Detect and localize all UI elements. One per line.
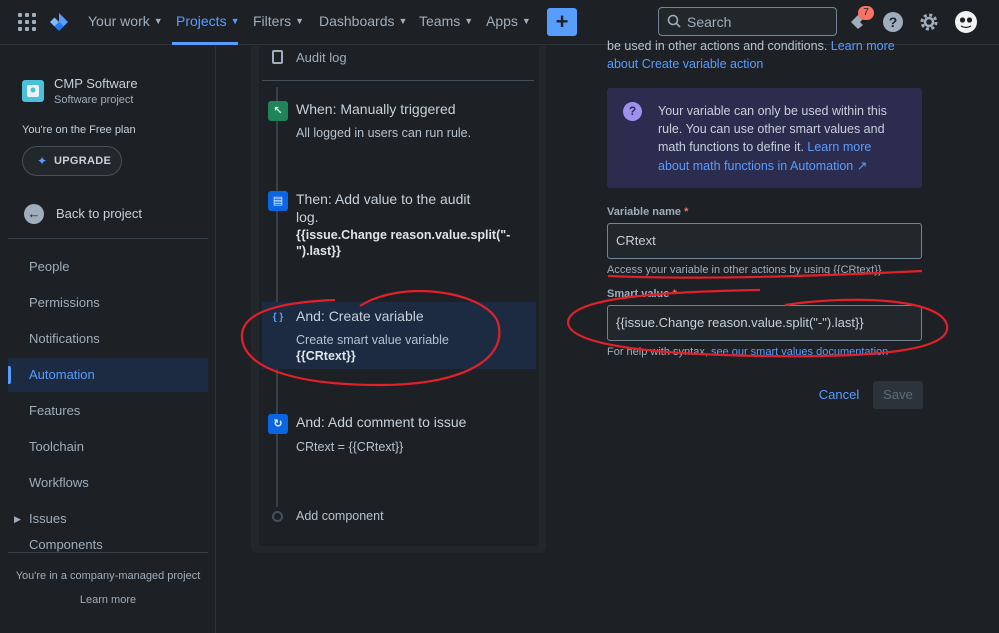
create-button[interactable]: + — [547, 8, 577, 36]
divider — [8, 552, 208, 553]
variable-helper-text: Access your variable in other actions by… — [607, 264, 882, 276]
add-component-button[interactable]: Add component — [296, 509, 384, 523]
search-icon — [667, 14, 681, 28]
search-input[interactable] — [687, 12, 827, 32]
trigger-icon: ↖ — [268, 101, 288, 121]
chevron-down-icon: ▼ — [521, 16, 531, 26]
company-managed-note: You're in a company-managed project — [15, 570, 201, 582]
math-functions-link[interactable]: about math functions in Automation ↗ — [658, 158, 867, 173]
help-icon[interactable]: ? — [881, 10, 905, 34]
step-comment-title[interactable]: And: Add comment to issue — [296, 414, 466, 430]
smart-value-helper: For help with syntax, see our smart valu… — [607, 346, 889, 358]
sidebar-item-people[interactable]: People — [8, 250, 208, 284]
step-audit-value: {{issue.Change reason.value.split("- — [296, 228, 511, 242]
audit-log-action-icon: ▤ — [268, 191, 288, 211]
project-avatar — [22, 80, 44, 102]
divider — [262, 80, 534, 81]
variable-name-label: Variable name * — [607, 206, 689, 218]
app-switcher-icon[interactable] — [18, 13, 36, 31]
learn-more-link[interactable]: Learn more — [0, 594, 216, 606]
jira-logo-icon[interactable] — [48, 11, 70, 33]
step-trigger-title[interactable]: When: Manually triggered — [296, 101, 456, 117]
smart-value-input[interactable]: {{issue.Change reason.value.split("-").l… — [607, 305, 922, 341]
variable-name-input[interactable]: CRtext — [607, 223, 922, 259]
chevron-right-icon: ▶ — [14, 514, 21, 524]
step-create-variable-value: {{CRtext}} — [296, 349, 356, 363]
sidebar-item-toolchain[interactable]: Toolchain — [8, 430, 208, 464]
step-create-variable-sub: Create smart value variable — [296, 333, 449, 347]
project-logo-icon — [27, 85, 39, 97]
user-avatar[interactable] — [954, 10, 978, 34]
sparkle-icon: ✦ — [37, 154, 48, 168]
rule-flow-list — [259, 46, 539, 546]
rule-flow-panel — [251, 46, 546, 553]
sidebar-item-label: Issues — [29, 511, 67, 526]
back-to-project-label: Back to project — [56, 206, 142, 221]
nav-dashboards[interactable]: Dashboards ▼ — [319, 13, 407, 29]
sidebar-item-permissions[interactable]: Permissions — [8, 286, 208, 320]
info-text-line: math functions to define it. Learn more — [658, 140, 872, 154]
intro-text: be used in other actions and conditions.… — [607, 39, 895, 53]
smart-values-docs-link[interactable]: see our smart values documentation — [711, 346, 888, 358]
notification-badge: 7 — [858, 6, 874, 20]
project-name: CMP Software — [54, 76, 138, 91]
search-field[interactable] — [658, 7, 837, 36]
arrow-left-icon: ← — [24, 204, 44, 224]
sidebar-item-components[interactable]: Components — [8, 538, 208, 552]
sidebar-item-issues[interactable]: ▶ Issues — [8, 502, 208, 536]
sidebar-item-automation[interactable]: Automation — [8, 358, 208, 392]
info-text-line: rule. You can use other smart values and — [658, 122, 885, 136]
sidebar-item-notifications[interactable]: Notifications — [8, 322, 208, 356]
nav-apps[interactable]: Apps ▼ — [486, 13, 531, 29]
smart-value-label: Smart value * — [607, 288, 677, 300]
step-audit-title[interactable]: Then: Add value to the audit — [296, 191, 470, 207]
learn-more-link[interactable]: Learn more — [831, 39, 895, 53]
step-audit-value-cont: ").last}} — [296, 244, 341, 258]
active-nav-indicator — [172, 42, 238, 45]
flow-connector-line — [276, 87, 278, 507]
question-icon: ? — [623, 102, 642, 121]
nav-projects[interactable]: Projects ▼ — [176, 13, 240, 29]
audit-log-link[interactable]: Audit log — [296, 50, 347, 65]
create-variable-docs-link[interactable]: about Create variable action — [607, 57, 763, 71]
sidebar-item-features[interactable]: Features — [8, 394, 208, 428]
step-create-variable-title[interactable]: And: Create variable — [296, 308, 424, 324]
nav-teams[interactable]: Teams ▼ — [419, 13, 473, 29]
comment-action-icon: ↻ — [268, 414, 288, 434]
step-comment-sub: CRtext = {{CRtext}} — [296, 440, 404, 454]
svg-text:?: ? — [889, 14, 898, 30]
settings-gear-icon[interactable] — [917, 10, 941, 34]
variable-braces-icon: { } — [272, 312, 284, 323]
project-type: Software project — [54, 94, 134, 106]
step-trigger-sub: All logged in users can run rule. — [296, 126, 472, 140]
step-audit-title-cont: log. — [296, 209, 319, 225]
chevron-down-icon: ▼ — [230, 16, 240, 26]
project-sidebar: CMP Software Software project You're on … — [0, 46, 216, 633]
cancel-button[interactable]: Cancel — [810, 381, 868, 409]
nav-filters[interactable]: Filters ▼ — [253, 13, 304, 29]
plan-note: You're on the Free plan — [22, 124, 136, 136]
chevron-down-icon: ▼ — [153, 16, 163, 26]
sidebar-item-label: Components — [29, 538, 103, 552]
divider — [8, 238, 208, 239]
learn-more-link[interactable]: Learn more — [807, 140, 871, 154]
audit-log-icon — [272, 50, 283, 64]
upgrade-label: UPGRADE — [54, 155, 112, 167]
info-message: ? Your variable can only be used within … — [607, 88, 922, 188]
sidebar-item-workflows[interactable]: Workflows — [8, 466, 208, 500]
chevron-down-icon: ▼ — [464, 16, 474, 26]
nav-your-work[interactable]: Your work ▼ — [88, 13, 163, 29]
chevron-down-icon: ▼ — [398, 16, 408, 26]
save-button[interactable]: Save — [873, 381, 923, 409]
info-text-line: Your variable can only be used within th… — [658, 104, 887, 118]
add-component-dot-icon — [272, 511, 283, 522]
upgrade-button[interactable]: ✦ UPGRADE — [22, 146, 122, 176]
chevron-down-icon: ▼ — [295, 16, 305, 26]
